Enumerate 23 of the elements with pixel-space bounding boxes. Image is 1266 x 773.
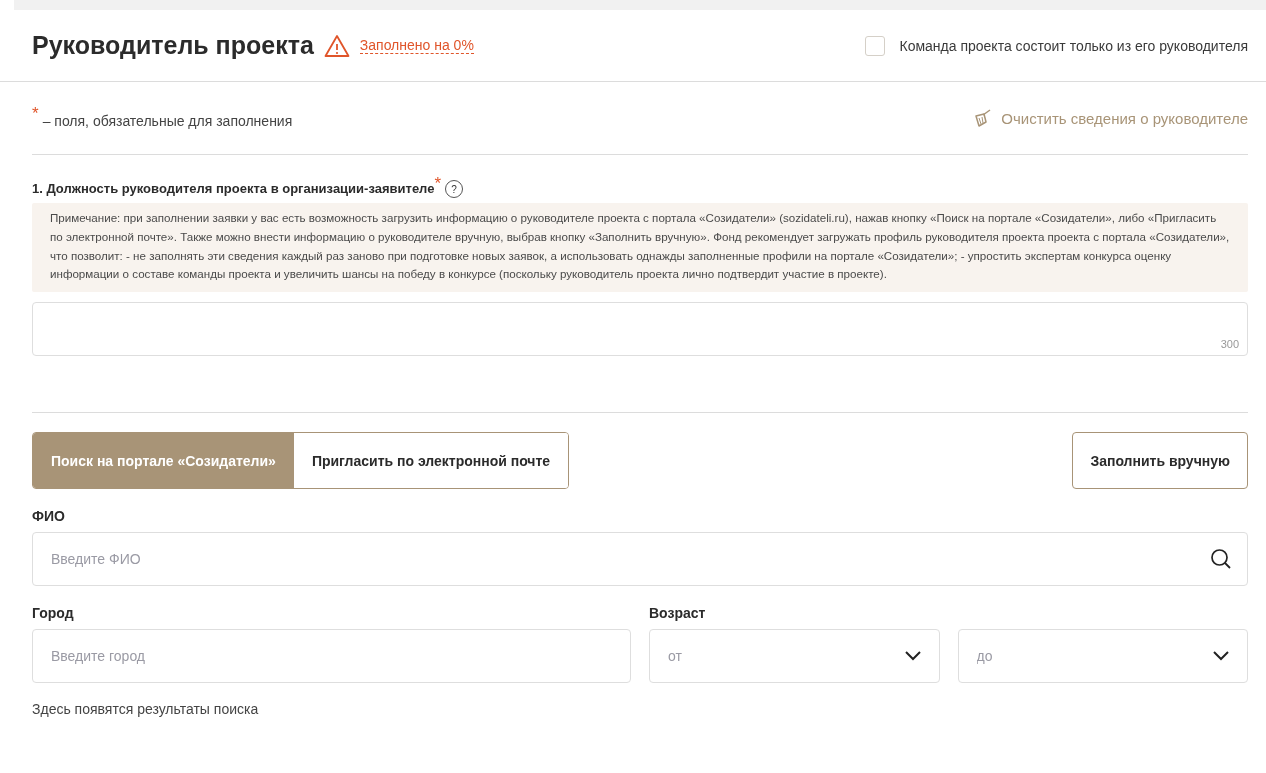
search-icon[interactable] (1210, 548, 1232, 571)
age-to-dropdown[interactable]: до (957, 629, 1248, 684)
team-checkbox[interactable]: Команда проекта состоит только из его руководителя (865, 35, 1248, 56)
chevron-down-icon (1212, 650, 1230, 663)
section-title: Руководитель проекта (32, 31, 314, 60)
required-mark: * (434, 175, 442, 192)
fill-manually-button[interactable]: Заполнить вручную (1072, 432, 1248, 490)
search-field[interactable]: Введите ФИО (32, 532, 1248, 587)
required-note: – поля, обязательные для заполнения (42, 113, 293, 129)
note-text: Примечание: при заполнении заявки у вас есть возможность загрузить информацию о руководителе проекта с портала «Созидатели» (sozidateli.ru), нажав кнопку «Поиск на портале «Созидатели», либо «Пригласить по электронной почте». Также можно внести информацию о руководителе вручную, выбрав кнопку «Заполнить вручную». Фонд рекомендует загружать профиль руководителя проекта проекта с портала «Созидатели», что позволит: - не заполнять эти сведения каждый раз заново при подготовке новых заявок, а использовать однажды заполненные профили на портале «Созидатели»; - упростить экспертам конкурса оценку информации о составе команды проекта и увеличить шансы на победу в конкурсе (поскольку руководитель проекта лично подтвердит участие в проекте). (32, 203, 1248, 293)
chevron-down-icon (903, 650, 922, 663)
field-label: Город (32, 605, 75, 622)
checkbox[interactable] (865, 35, 886, 56)
field-label: Возраст (649, 605, 707, 622)
age-from-dropdown[interactable]: от (649, 629, 940, 684)
progress-link[interactable]: Заполнено на 0% (359, 37, 474, 54)
results-hint: Здесь появятся результаты поиска (32, 701, 260, 718)
character-counter: 300 (1220, 338, 1239, 351)
required-mark: * (32, 105, 39, 122)
field-label: ФИО (32, 508, 66, 525)
city-field[interactable]: Введите город (32, 629, 631, 684)
warning-icon (323, 33, 350, 58)
question-label: 1. Должность руководителя проекта в организации-заявителе (32, 181, 435, 196)
